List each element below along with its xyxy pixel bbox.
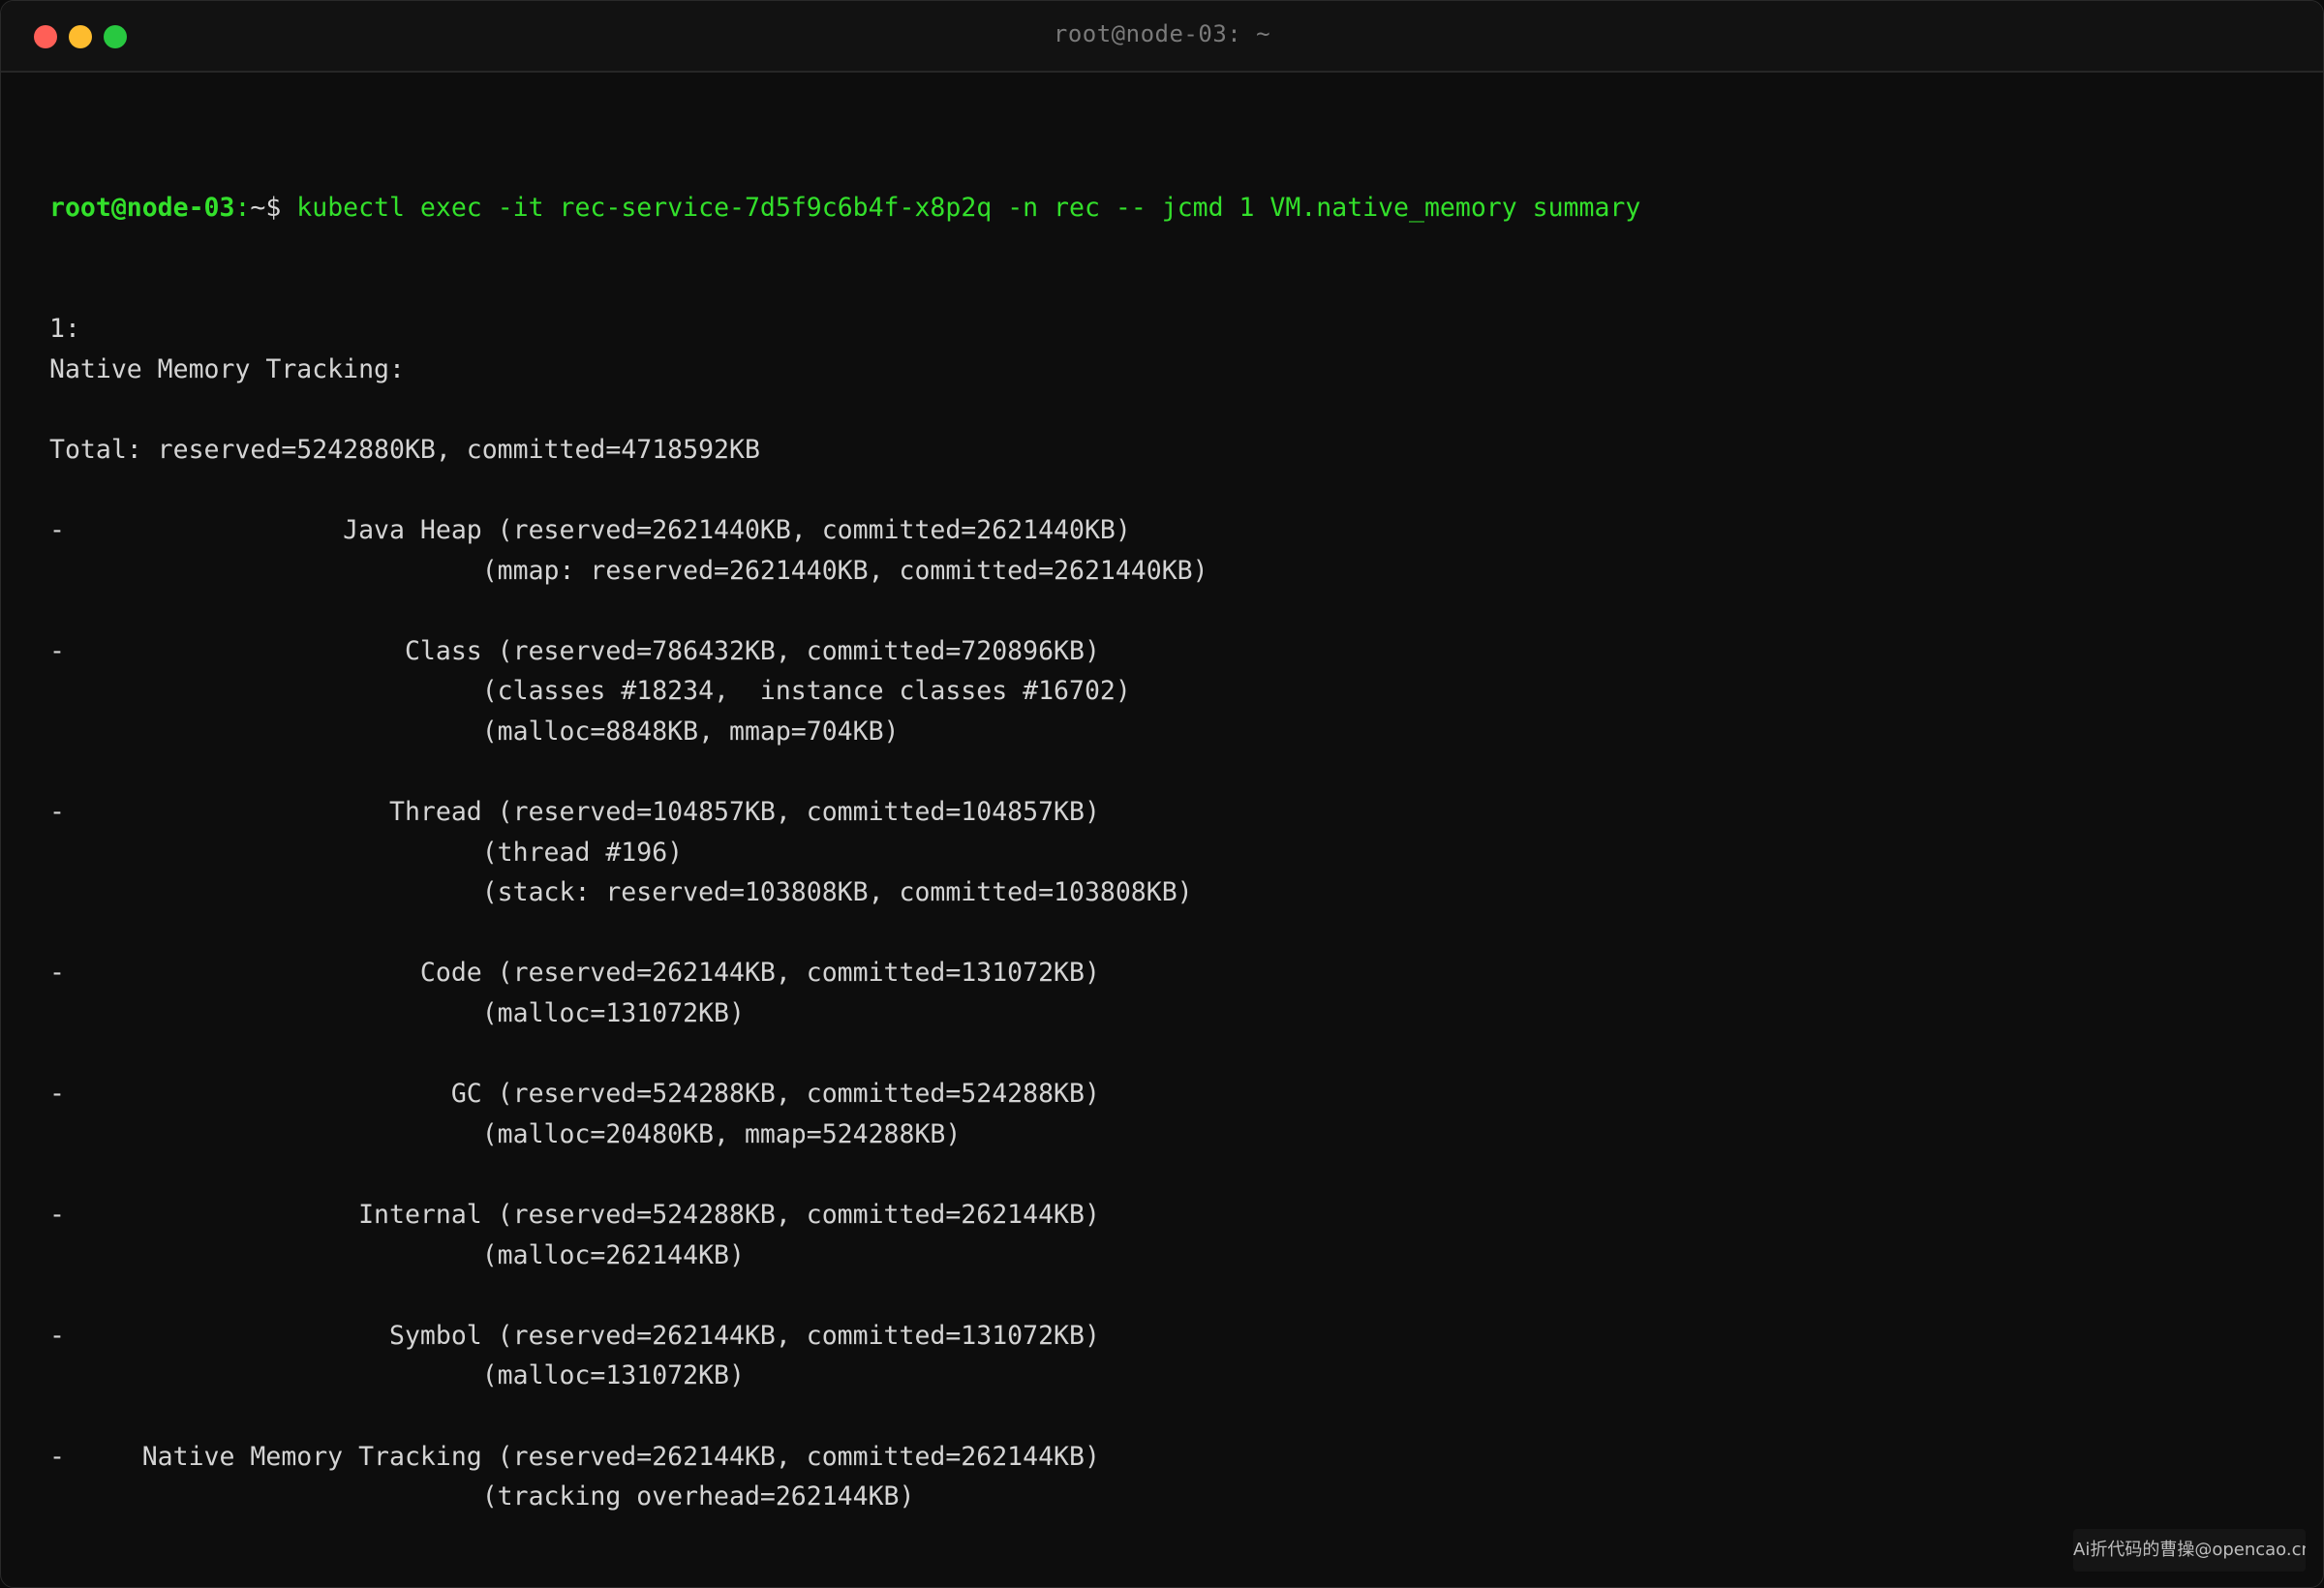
prompt-path: ~$ [250,193,297,224]
output-line: (mmap: reserved=2621440KB, committed=262… [49,555,1208,586]
output-line: (malloc=131072KB) [49,1360,745,1391]
command-text: kubectl exec -it rec-service-7d5f9c6b4f-… [296,193,1641,224]
output-line: (classes #18234, instance classes #16702… [49,676,1131,707]
title-bar: root@node-03: ~ [1,1,2323,73]
command-line: root@node-03:~$ kubectl exec -it rec-ser… [49,188,2284,229]
output-line: 1: [49,313,80,344]
output-line: - Symbol (reserved=262144KB, committed=1… [49,1320,1100,1351]
prompt-separator: : [234,193,251,224]
watermark: Ai折代码的曹操@opencao.cn [2073,1529,2306,1572]
output-line: - GC (reserved=524288KB, committed=52428… [49,1079,1100,1110]
output-line: - Internal (reserved=524288KB, committed… [49,1200,1100,1231]
output-line: Native Memory Tracking: [49,353,405,384]
output-line: (malloc=131072KB) [49,998,745,1029]
output-line: (malloc=20480KB, mmap=524288KB) [49,1118,962,1149]
output-line: - Class (reserved=786432KB, committed=72… [49,635,1100,666]
output-line: - Code (reserved=262144KB, committed=131… [49,958,1100,989]
output-line: - Thread (reserved=104857KB, committed=1… [49,797,1100,828]
output-line: (malloc=262144KB) [49,1239,745,1270]
output-line: (thread #196) [49,837,684,868]
output-line: (tracking overhead=262144KB) [49,1481,915,1512]
output-line: - Java Heap (reserved=2621440KB, committ… [49,514,1131,545]
output-line: Total: reserved=5242880KB, committed=471… [49,434,760,465]
prompt-user-host: root@node-03 [49,193,235,224]
window-title: root@node-03: ~ [1053,20,1271,47]
output-line: (stack: reserved=103808KB, committed=103… [49,877,1193,908]
output-line: (malloc=8848KB, mmap=704KB) [49,716,900,747]
output-line: - Native Memory Tracking (reserved=26214… [49,1441,1100,1472]
terminal-output[interactable]: root@node-03:~$ kubectl exec -it rec-ser… [49,107,2284,1517]
terminal-window: root@node-03: ~ root@node-03:~$ kubectl … [0,0,2324,1588]
